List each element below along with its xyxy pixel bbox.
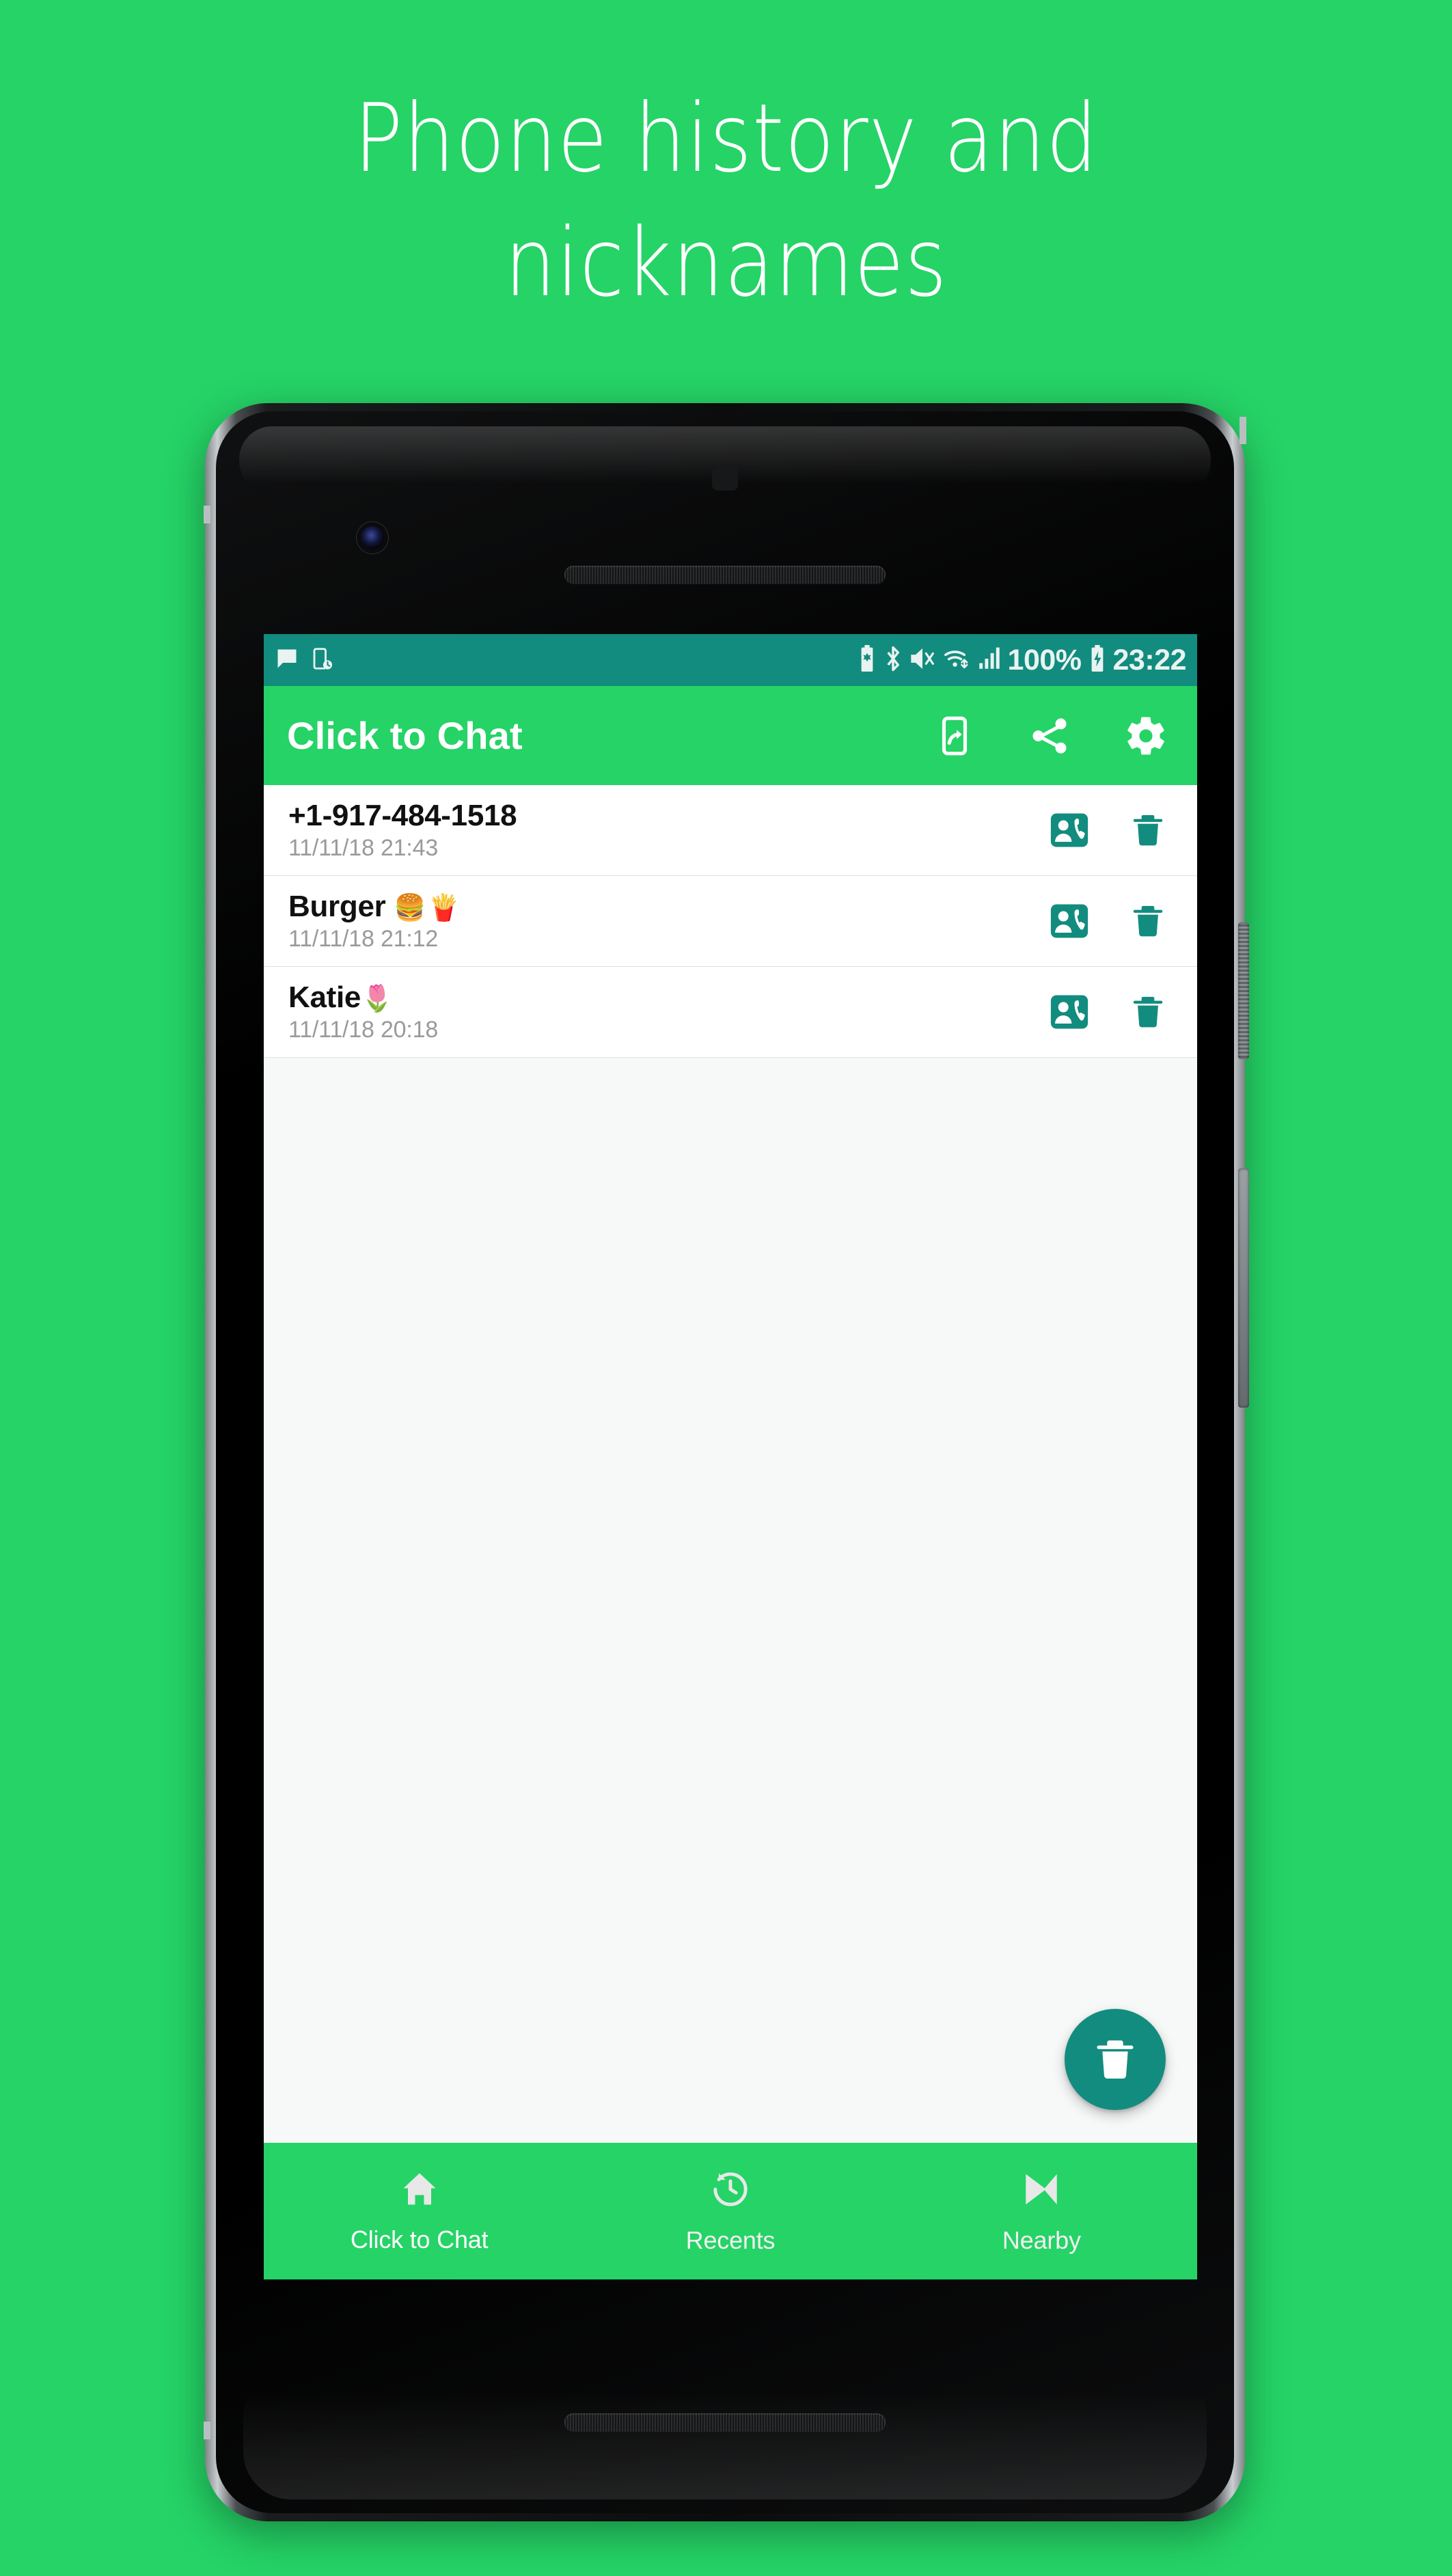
phone-screen: 100% 23:22 Click to Chat +1-917-484-1518… [264, 634, 1197, 2279]
row-title: Katie🌷 [288, 980, 395, 1014]
delete-icon[interactable] [1129, 902, 1167, 940]
table-row[interactable]: +1-917-484-1518 11/11/18 21:43 [264, 785, 1197, 876]
row-emoji: 🌷 [361, 984, 395, 1013]
message-icon [275, 646, 299, 674]
antenna-band-left-bottom [204, 2422, 210, 2439]
wifi-icon [942, 646, 971, 675]
delete-icon [1097, 2040, 1134, 2079]
nearby-share-icon [1020, 2168, 1063, 2214]
recents-list: +1-917-484-1518 11/11/18 21:43 Burger 🍔🍟… [264, 785, 1197, 2143]
app-bar-title: Click to Chat [287, 714, 523, 757]
nav-label: Recents [685, 2225, 776, 2254]
row-timestamp: 11/11/18 20:18 [288, 1017, 439, 1043]
row-timestamp: 11/11/18 21:43 [288, 835, 439, 862]
status-bar-left [275, 646, 335, 674]
home-icon [399, 2169, 440, 2213]
history-clock-icon [709, 2168, 752, 2214]
screenshot-icon [310, 646, 335, 674]
antenna-band-right-top [1239, 417, 1246, 444]
app-bar: Click to Chat [264, 686, 1197, 785]
phone-mockup: 100% 23:22 Click to Chat +1-917-484-1518… [204, 403, 1249, 2521]
power-button[interactable] [1238, 922, 1249, 1059]
nav-item-click-to-chat[interactable]: Click to Chat [264, 2169, 575, 2254]
delete-icon[interactable] [1129, 811, 1167, 849]
save-contact-icon[interactable] [1048, 809, 1091, 851]
share-icon[interactable] [1028, 714, 1071, 758]
row-emoji: 🍔🍟 [394, 893, 462, 922]
battery-percent-label: 100% [1007, 643, 1082, 676]
volume-rocker[interactable] [1238, 1168, 1249, 1408]
row-title: +1-917-484-1518 [288, 798, 517, 832]
row-text-block: Burger 🍔🍟 11/11/18 21:12 [288, 889, 462, 953]
bluetooth-icon [883, 645, 903, 676]
bottom-navigation: Click to Chat Recents Nearby [264, 2143, 1197, 2279]
row-text-block: +1-917-484-1518 11/11/18 21:43 [288, 798, 517, 862]
delete-icon[interactable] [1129, 993, 1167, 1031]
nav-label: Nearby [1002, 2225, 1081, 2254]
app-bar-actions [933, 713, 1174, 758]
promo-headline-line2: nicknames [504, 208, 948, 318]
signal-icon [977, 646, 1002, 675]
front-camera-icon [361, 526, 384, 549]
promo-headline: Phone history and nicknames [102, 77, 1351, 325]
phone-forward-icon[interactable] [933, 715, 976, 757]
bottom-speaker [564, 2413, 886, 2431]
clock-label: 23:22 [1112, 643, 1187, 676]
battery-saver-icon [857, 644, 877, 676]
row-text-block: Katie🌷 11/11/18 20:18 [288, 980, 439, 1043]
clear-history-fab[interactable] [1065, 2009, 1166, 2110]
charging-battery-icon [1088, 644, 1107, 676]
antenna-band-left-top [204, 506, 210, 523]
table-row[interactable]: Katie🌷 11/11/18 20:18 [264, 967, 1197, 1058]
nav-item-recents[interactable]: Recents [575, 2168, 886, 2255]
row-title: Burger 🍔🍟 [288, 889, 462, 923]
status-bar-right: 100% 23:22 [857, 643, 1187, 676]
status-bar: 100% 23:22 [264, 634, 1197, 686]
phone-body: 100% 23:22 Click to Chat +1-917-484-1518… [216, 411, 1234, 2513]
nav-item-nearby[interactable]: Nearby [886, 2168, 1197, 2255]
row-actions [1048, 991, 1174, 1033]
promo-headline-line1: Phone history and [353, 83, 1099, 193]
nav-label: Click to Chat [350, 2225, 489, 2253]
mute-icon [909, 646, 936, 675]
table-row[interactable]: Burger 🍔🍟 11/11/18 21:12 [264, 876, 1197, 967]
earpiece-speaker [564, 566, 886, 584]
proximity-sensor-icon [712, 467, 738, 491]
gear-icon[interactable] [1123, 713, 1168, 758]
row-timestamp: 11/11/18 21:12 [288, 926, 439, 953]
save-contact-icon[interactable] [1048, 900, 1091, 942]
row-actions [1048, 900, 1174, 942]
row-actions [1048, 809, 1174, 851]
save-contact-icon[interactable] [1048, 991, 1091, 1033]
